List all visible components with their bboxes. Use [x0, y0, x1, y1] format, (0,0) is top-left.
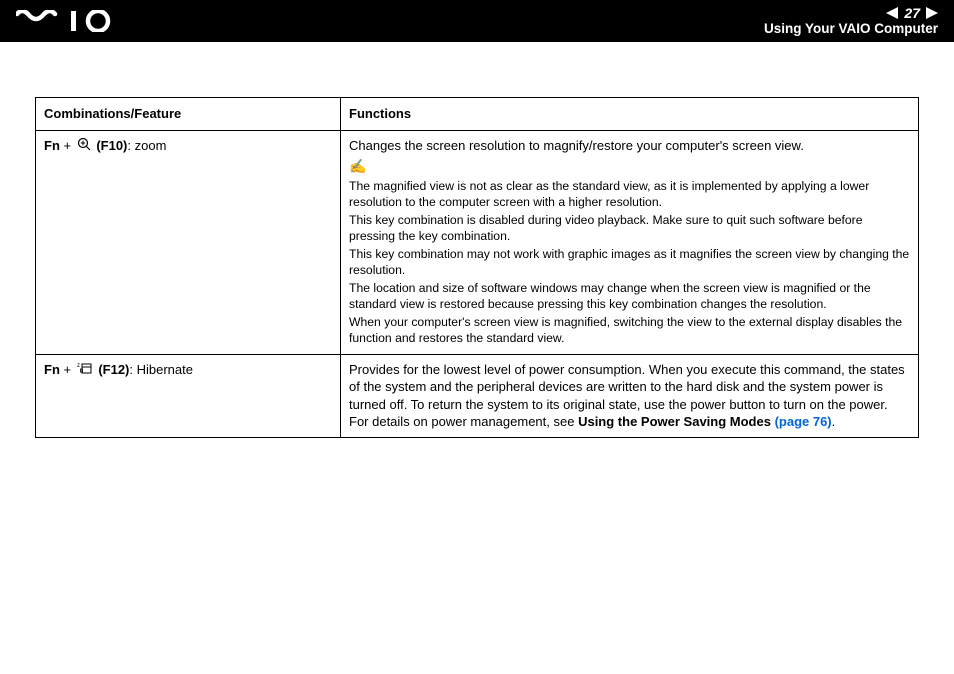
note-text: When your computer's screen view is magn…: [349, 314, 910, 347]
magnify-icon: [77, 137, 91, 156]
key-f12: (F12): [95, 362, 130, 377]
table-row: Fn + (F10): zoom Changes the screen reso…: [36, 130, 919, 354]
prev-page-icon[interactable]: [886, 7, 898, 19]
function-zoom: Changes the screen resolution to magnify…: [341, 130, 919, 354]
feature-label-hibernate: : Hibernate: [129, 362, 193, 377]
note-text: This key combination is disabled during …: [349, 212, 910, 245]
hibernate-icon: z: [77, 361, 93, 380]
table-row: Fn + z (F12): Hibernate Provides for the…: [36, 354, 919, 437]
next-page-icon[interactable]: [926, 7, 938, 19]
note-text: The location and size of software window…: [349, 280, 910, 313]
svg-text:z: z: [77, 363, 80, 369]
note-text: The magnified view is not as clear as th…: [349, 178, 910, 211]
details-prefix: For details on power management, see: [349, 414, 578, 429]
fn-label: Fn: [44, 362, 60, 377]
zoom-summary: Changes the screen resolution to magnify…: [349, 137, 910, 155]
page-navigation: 27: [764, 5, 938, 21]
page-number: 27: [904, 5, 920, 21]
hibernate-summary: Provides for the lowest level of power c…: [349, 361, 910, 414]
combination-zoom: Fn + (F10): zoom: [36, 130, 341, 354]
table-header-row: Combinations/Feature Functions: [36, 98, 919, 131]
col-header-functions: Functions: [341, 98, 919, 131]
zoom-notes: The magnified view is not as clear as th…: [349, 178, 910, 347]
col-header-combinations: Combinations/Feature: [36, 98, 341, 131]
content-area: Combinations/Feature Functions Fn + (F10…: [0, 42, 954, 438]
plus-sign: +: [60, 138, 75, 153]
key-f10: (F10): [93, 138, 128, 153]
hibernate-details: For details on power management, see Usi…: [349, 413, 910, 431]
combinations-table: Combinations/Feature Functions Fn + (F10…: [35, 97, 919, 438]
vaio-logo: [16, 10, 126, 32]
section-title: Using Your VAIO Computer: [764, 21, 938, 37]
power-modes-link[interactable]: Using the Power Saving Modes (page 76): [578, 414, 832, 429]
fn-label: Fn: [44, 138, 60, 153]
feature-label-zoom: : zoom: [127, 138, 166, 153]
note-text: This key combination may not work with g…: [349, 246, 910, 279]
function-hibernate: Provides for the lowest level of power c…: [341, 354, 919, 437]
note-icon: ✍: [349, 157, 910, 176]
plus-sign: +: [60, 362, 75, 377]
header-bar: 27 Using Your VAIO Computer: [0, 0, 954, 42]
header-right: 27 Using Your VAIO Computer: [764, 5, 938, 37]
combination-hibernate: Fn + z (F12): Hibernate: [36, 354, 341, 437]
